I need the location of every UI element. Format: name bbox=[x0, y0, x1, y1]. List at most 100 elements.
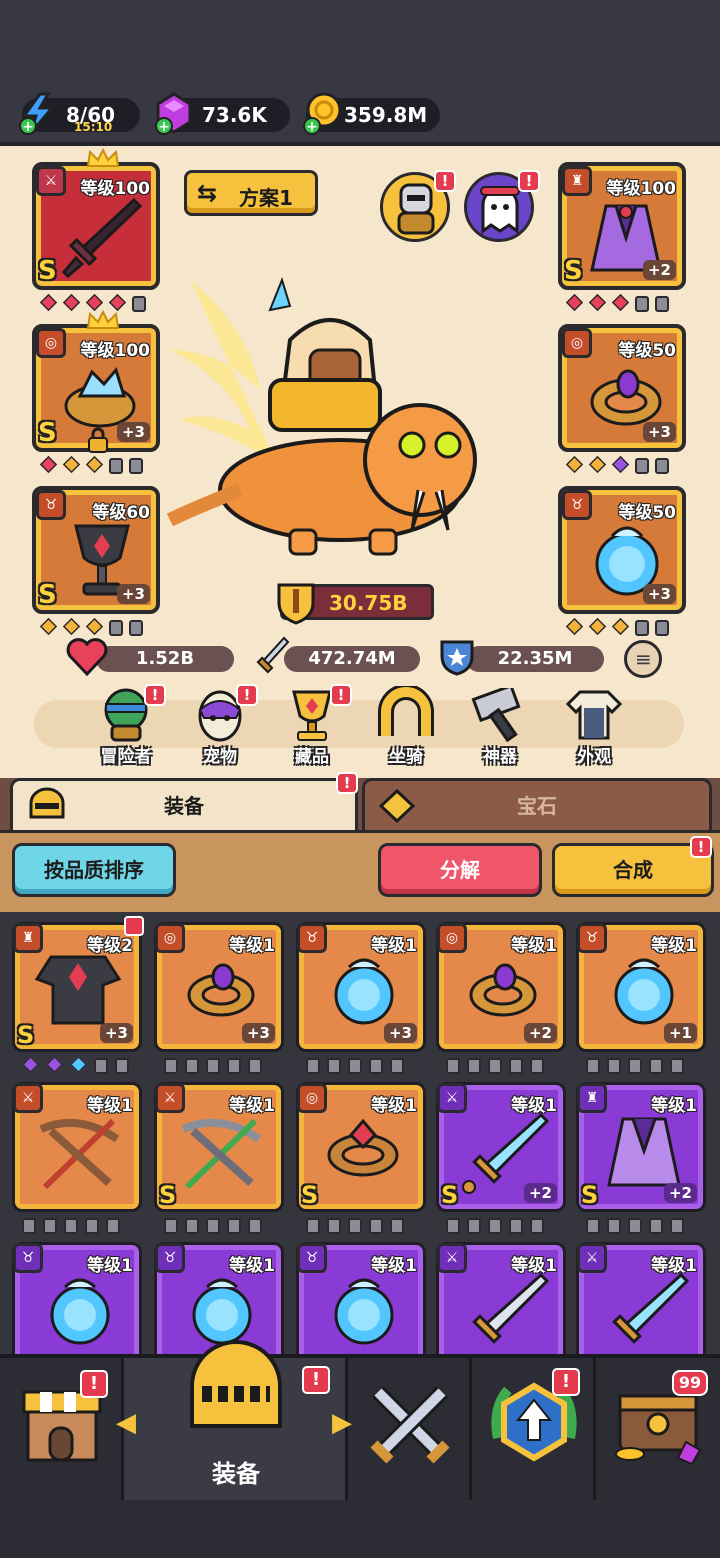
svg-text:+: + bbox=[22, 119, 34, 135]
appearance-label: 外观 bbox=[577, 747, 611, 767]
slot-rank: S bbox=[38, 580, 57, 610]
dark-greatsword-icon bbox=[61, 197, 143, 279]
outfit-icon bbox=[566, 690, 622, 740]
energy-bolt-icon: + bbox=[19, 92, 56, 135]
topaz-tab-icon bbox=[379, 789, 415, 823]
inventory-item[interactable]: ⚔ 等级1 bbox=[12, 1082, 142, 1212]
new-item-badge bbox=[124, 916, 144, 936]
tab-equipment[interactable]: 装备 bbox=[10, 778, 358, 830]
hp-stat: 1.52B bbox=[96, 646, 234, 672]
inventory-item[interactable]: ♉ 等级1 bbox=[296, 1242, 426, 1354]
gem-counter[interactable]: + 73.6K bbox=[155, 92, 290, 135]
alert-badge: ! bbox=[80, 1370, 108, 1398]
collection-label: 藏品 bbox=[295, 747, 329, 767]
item-lock-row bbox=[586, 1056, 684, 1074]
inventory-item[interactable]: ♉ 等级1 +3 bbox=[296, 922, 426, 1052]
alert-badge: ! bbox=[336, 772, 358, 794]
slot-rank: S bbox=[38, 256, 57, 286]
hammer-icon bbox=[471, 688, 521, 742]
chest-count-badge: 99 bbox=[672, 1370, 708, 1396]
svg-text:+: + bbox=[306, 119, 318, 135]
tab-gems[interactable]: 宝石 bbox=[362, 778, 712, 830]
item-plus: +3 bbox=[99, 1023, 133, 1043]
padlock-icon bbox=[88, 427, 108, 453]
inventory-item[interactable]: ◎ 等级1 S bbox=[296, 1082, 426, 1212]
item-plus: +1 bbox=[663, 1023, 697, 1043]
slot-plus: +3 bbox=[116, 422, 150, 442]
gold-coin-icon: + bbox=[303, 92, 342, 135]
equip-slot-ring-right[interactable]: ◎ 等级50 +3 bbox=[558, 324, 686, 452]
ice-orb-icon bbox=[614, 958, 674, 1025]
armor-category-icon: ♜ bbox=[562, 166, 592, 196]
hp-value: 1.52B bbox=[135, 648, 195, 669]
crown-icon bbox=[86, 148, 120, 167]
attack-stat: 472.74M bbox=[284, 646, 420, 672]
gold-counter[interactable]: + 359.8M bbox=[303, 92, 440, 135]
item-lock-row bbox=[164, 1056, 262, 1074]
equip-slot-ring-left[interactable]: ◎ 等级100 S +3 bbox=[32, 324, 160, 453]
dismantle-button[interactable]: 分解 bbox=[378, 843, 542, 897]
amethyst-ring-icon bbox=[187, 963, 255, 1017]
slot-plus: +2 bbox=[642, 260, 676, 280]
tab-gems-label: 宝石 bbox=[517, 794, 557, 818]
item-level: 等级1 bbox=[229, 936, 275, 956]
combat-power-panel: 30.75B bbox=[277, 583, 434, 625]
stats-detail-button[interactable]: ≡ bbox=[624, 640, 662, 678]
green-crossbow-icon bbox=[181, 1118, 262, 1190]
sort-by-quality-button[interactable]: 按品质排序 bbox=[12, 843, 176, 897]
inventory-item[interactable]: ♉ 等级1 +1 bbox=[576, 922, 706, 1052]
shield-icon bbox=[440, 640, 474, 676]
mount-label: 坐骑 bbox=[389, 747, 423, 767]
preset-button[interactable]: ⇆ 方案1 bbox=[184, 170, 318, 216]
inventory-item[interactable]: ◎ 等级1 +2 bbox=[436, 922, 566, 1052]
slot-plus: +3 bbox=[642, 422, 676, 442]
crossbow-icon bbox=[39, 1118, 120, 1190]
ice-orb-icon bbox=[334, 958, 394, 1025]
ice-sword-icon bbox=[612, 1272, 690, 1344]
inventory-item[interactable]: ♜ 等级2 S +3 bbox=[12, 922, 142, 1052]
nav-battle[interactable] bbox=[348, 1358, 472, 1500]
slot-level: 等级100 bbox=[80, 341, 151, 361]
item-plus: +2 bbox=[663, 1183, 697, 1203]
inventory-item[interactable]: ♉ 等级1 bbox=[12, 1242, 142, 1354]
inventory-item[interactable]: ♜ 等级1 S +2 bbox=[576, 1082, 706, 1212]
energy-counter[interactable]: + 8/60 15:10 bbox=[19, 92, 140, 135]
inventory-item[interactable]: ⚔ 等级1 S bbox=[154, 1082, 284, 1212]
heart-icon bbox=[66, 638, 108, 676]
alert-badge: ! bbox=[330, 684, 352, 706]
item-rank: S bbox=[159, 1181, 177, 1209]
slot-gem-row bbox=[39, 455, 143, 474]
item-rank: S bbox=[301, 1181, 319, 1209]
helmet-tab-icon bbox=[29, 787, 65, 819]
item-level: 等级1 bbox=[511, 936, 557, 956]
inventory-grid: ♜ 等级2 S +3 ◎ 等级1 +3 ♉ 等级1 +3 ◎ 等级1 +2 ♉ … bbox=[0, 912, 720, 1354]
sword-icon bbox=[256, 636, 290, 674]
dark-chestplate-icon bbox=[34, 955, 122, 1025]
amulet-category-icon: ♉ bbox=[297, 1243, 327, 1273]
slot-plus: +3 bbox=[116, 584, 150, 604]
item-plus: +3 bbox=[241, 1023, 275, 1043]
alert-badge: ! bbox=[552, 1368, 580, 1396]
amulet-category-icon: ♉ bbox=[155, 1243, 185, 1273]
chevron-left-icon: ◀ bbox=[116, 1408, 136, 1438]
item-lock-row bbox=[306, 1216, 404, 1234]
item-rank: S bbox=[581, 1181, 599, 1209]
attack-value: 472.74M bbox=[308, 648, 396, 669]
inventory-item[interactable]: ⚔ 等级1 bbox=[576, 1242, 706, 1354]
inventory-item[interactable]: ◎ 等级1 +3 bbox=[154, 922, 284, 1052]
slot-rank: S bbox=[564, 256, 583, 286]
nav-treasure[interactable]: 99 bbox=[596, 1358, 720, 1500]
equip-slot-armor[interactable]: ♜ 等级100 S +2 bbox=[558, 162, 686, 290]
ring-category-icon: ◎ bbox=[562, 328, 592, 358]
amethyst-ring-icon bbox=[469, 963, 537, 1017]
equip-slot-trophy[interactable]: ♉ 等级60 S +3 bbox=[32, 486, 160, 614]
inventory-item[interactable]: ⚔ 等级1 bbox=[436, 1242, 566, 1354]
amulet-category-icon: ♉ bbox=[36, 490, 66, 520]
equip-slot-weapon[interactable]: ⚔ 等级100 S bbox=[32, 162, 160, 290]
equip-slot-orb[interactable]: ♉ 等级50 +3 bbox=[558, 486, 686, 614]
inventory-item[interactable]: ⚔ 等级1 S +2 bbox=[436, 1082, 566, 1212]
gem-value: 73.6K bbox=[202, 103, 267, 127]
ring-category-icon: ◎ bbox=[297, 1083, 327, 1113]
item-lock-row bbox=[22, 1216, 120, 1234]
alert-badge: ! bbox=[236, 684, 258, 706]
